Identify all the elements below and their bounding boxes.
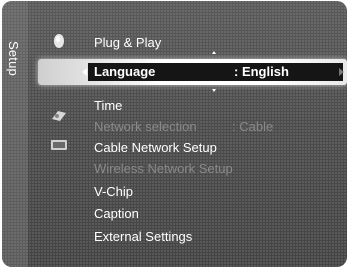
picture-icon[interactable] (48, 31, 70, 51)
menu-item-caption[interactable]: Caption (94, 205, 139, 223)
menu-item-label: Plug & Play (94, 35, 162, 50)
menu-item-value: : Cable (232, 119, 274, 134)
setup-menu-list: Plug & Play Language : English Time Netw… (94, 1, 344, 267)
menu-item-label: Wireless Network Setup (94, 161, 233, 176)
menu-item-wireless-network-setup: Wireless Network Setup (94, 160, 233, 178)
menu-item-label: Network selection (94, 119, 197, 134)
channel-icon[interactable] (48, 105, 70, 125)
setup-tab[interactable]: Setup (2, 1, 28, 267)
setup-tab-label: Setup (6, 41, 21, 76)
menu-item-label: V-Chip (94, 184, 134, 199)
menu-item-label: Caption (94, 206, 139, 221)
left-arrow-icon[interactable] (82, 68, 87, 76)
menu-item-v-chip[interactable]: V-Chip (94, 183, 133, 201)
input-icon[interactable] (48, 135, 70, 155)
menu-item-label: External Settings (94, 229, 193, 244)
category-icon-column (38, 1, 88, 267)
menu-item-label: Time (94, 98, 123, 113)
menu-item-label: Cable Network Setup (94, 140, 217, 155)
menu-item-label: Language (94, 64, 156, 79)
menu-item-network-selection: Network selection : Cable (94, 118, 273, 136)
menu-item-value: : English (234, 64, 289, 79)
menu-item-cable-network-setup[interactable]: Cable Network Setup (94, 139, 217, 157)
menu-item-external-settings[interactable]: External Settings (94, 228, 192, 246)
menu-item-time[interactable]: Time (94, 97, 122, 115)
menu-item-plug-and-play[interactable]: Plug & Play (94, 34, 161, 52)
menu-item-language[interactable]: Language : English (94, 63, 289, 81)
setup-menu-panel: Setup Plug & Play Language : English Tim… (2, 1, 347, 267)
